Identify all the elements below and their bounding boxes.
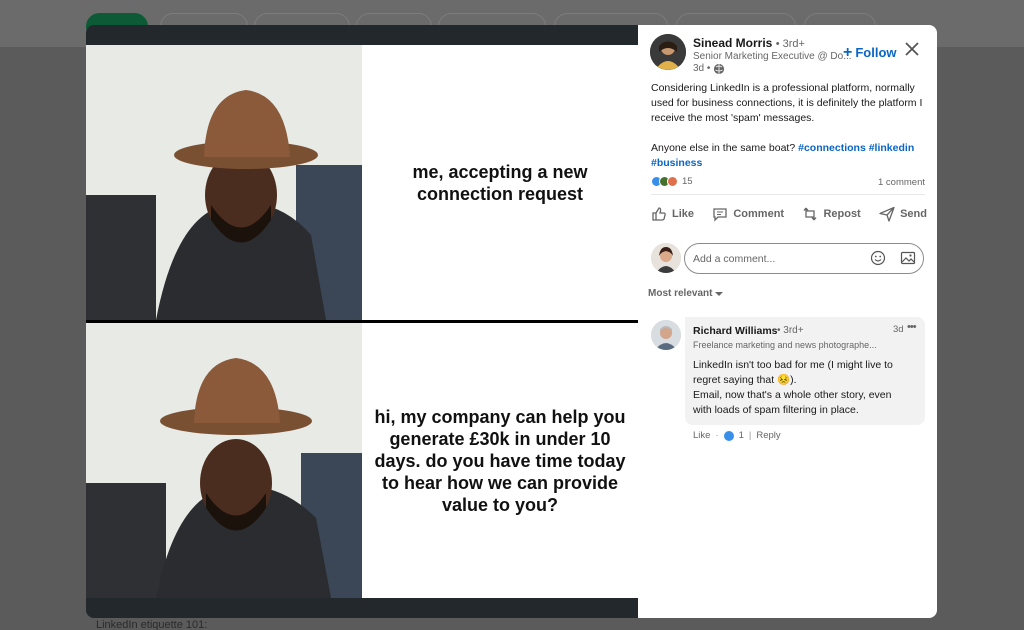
commenter-avatar[interactable] — [651, 320, 681, 350]
send-button[interactable]: Send — [879, 206, 927, 222]
follow-label: Follow — [855, 45, 897, 60]
more-options-icon[interactable]: ••• — [907, 321, 917, 333]
follow-button[interactable]: + Follow — [843, 44, 897, 61]
comment-button[interactable]: Comment — [712, 206, 784, 222]
comment-time: 3d — [893, 324, 904, 335]
repost-icon — [803, 207, 817, 221]
post-body: Considering LinkedIn is a professional p… — [651, 81, 927, 171]
reaction-icons — [651, 176, 678, 187]
comment-actions: Like · 1 | Reply — [693, 430, 781, 441]
like-button[interactable]: Like — [651, 206, 694, 222]
comment-line: with loads of spam filtering in place. — [693, 404, 859, 416]
post-timestamp: 3d • — [693, 63, 725, 74]
meme-caption-bottom: hi, my company can help you generate £30… — [362, 323, 638, 598]
meme-panel-bottom: hi, my company can help you generate £30… — [86, 323, 638, 598]
meme-photo-bottom — [86, 323, 362, 598]
author-name-text[interactable]: Sinead Morris — [693, 36, 772, 50]
comment-count-link[interactable]: 1 comment — [878, 177, 925, 188]
meme-photo-top — [86, 45, 362, 320]
separator: | — [748, 430, 752, 441]
comment-icon — [713, 208, 728, 222]
commenter-name[interactable]: Richard Williams — [693, 325, 778, 337]
thumbs-up-icon — [652, 207, 666, 221]
author-headline: Senior Marketing Executive @ Do... — [693, 51, 852, 62]
send-label: Send — [900, 208, 927, 220]
emoji-icon[interactable] — [870, 250, 886, 266]
post-action-bar: Like Comment Repost Send — [651, 206, 927, 222]
comment-input-placeholder: Add a comment... — [693, 252, 776, 265]
meme-image: me, accepting a new connection request h… — [86, 45, 638, 598]
close-icon — [905, 42, 919, 56]
comment-input[interactable]: Add a comment... — [684, 243, 924, 274]
globe-icon — [714, 63, 725, 74]
hashtag-link[interactable]: #linkedin — [869, 142, 915, 154]
commenter-degree: • 3rd+ — [777, 325, 804, 336]
comment-label: Comment — [733, 208, 785, 220]
post-time-text: 3d • — [693, 63, 711, 74]
comment-like-button[interactable]: Like — [693, 430, 710, 441]
comment-line: regret saying that 😣). — [693, 374, 797, 386]
commenter-headline: Freelance marketing and news photographe… — [693, 340, 877, 350]
repost-button[interactable]: Repost — [802, 206, 861, 222]
comment-line: Email, now that's a whole other story, e… — [693, 389, 892, 401]
comment-sort-dropdown[interactable]: Most relevant — [648, 288, 724, 299]
repost-label: Repost — [823, 208, 861, 220]
separator: · — [715, 430, 719, 441]
author-avatar[interactable] — [650, 34, 686, 70]
meme-panel-top: me, accepting a new connection request — [86, 45, 638, 320]
comment-line: LinkedIn isn't too bad for me (I might l… — [693, 359, 893, 371]
post-question: Anyone else in the same boat? — [651, 142, 796, 154]
sort-label: Most relevant — [648, 288, 713, 299]
divider — [651, 194, 925, 195]
like-reaction-icon — [723, 430, 734, 441]
current-user-avatar[interactable] — [651, 243, 681, 273]
comment-reaction-count[interactable]: 1 — [739, 430, 744, 441]
plus-icon: + — [843, 44, 853, 61]
comment-text: LinkedIn isn't too bad for me (I might l… — [693, 358, 913, 418]
post-text-paragraph: Considering LinkedIn is a professional p… — [651, 82, 923, 124]
reaction-count: 15 — [682, 176, 693, 187]
comment-reply-button[interactable]: Reply — [756, 430, 780, 441]
close-button[interactable] — [903, 40, 921, 58]
image-icon[interactable] — [900, 250, 916, 266]
hashtag-link[interactable]: #connections — [798, 142, 866, 154]
author-degree: • 3rd+ — [775, 38, 805, 50]
like-label: Like — [672, 208, 695, 220]
author-name[interactable]: Sinead Morris • 3rd+ — [693, 36, 805, 50]
reactions-summary[interactable]: 15 — [651, 176, 693, 187]
meme-caption-top: me, accepting a new connection request — [362, 45, 638, 320]
send-icon — [879, 206, 895, 222]
background-post-caption: LinkedIn etiquette 101: — [96, 619, 208, 630]
love-reaction-icon — [667, 176, 678, 187]
hashtag-link[interactable]: #business — [651, 157, 702, 169]
post-text-paragraph: Anyone else in the same boat? #connectio… — [651, 141, 927, 171]
caret-down-icon — [715, 291, 724, 296]
